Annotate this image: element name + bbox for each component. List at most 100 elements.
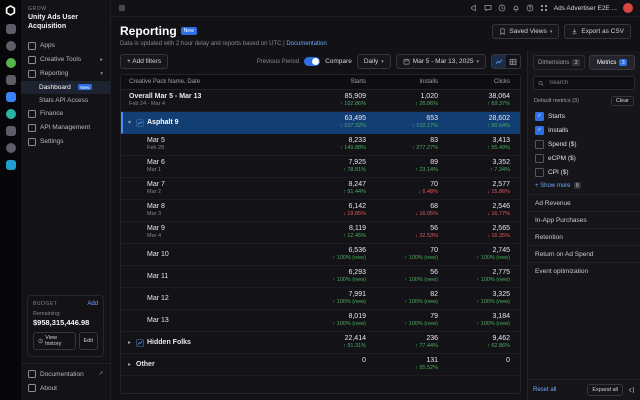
chart-line-icon[interactable]	[136, 118, 144, 127]
expand-all-button[interactable]: Expand all	[587, 384, 623, 396]
collapse-panel-icon[interactable]	[627, 386, 635, 394]
metric-option[interactable]: CPI ($)	[528, 165, 640, 179]
chart-view-button[interactable]	[492, 55, 506, 68]
view-history-button[interactable]: View history	[33, 332, 76, 350]
sidebar-item-creative-tools[interactable]: Creative Tools ▸	[21, 53, 110, 67]
cell-value: 6,142	[348, 203, 366, 211]
org-switcher[interactable]: Ads Advertiser E2E ...	[554, 5, 617, 12]
rail-product-icon-7[interactable]	[5, 126, 16, 136]
metric-cell: 6,142 ↓ 19.85%	[304, 202, 376, 218]
metric-option[interactable]: Spend ($)	[528, 137, 640, 151]
saved-views-dropdown[interactable]: Saved Views ▾	[492, 24, 560, 39]
rail-product-icon-1[interactable]	[5, 24, 16, 34]
table-row[interactable]: Mar 9 Mar 4 8,119 ↑ 12.45% 56 ↓ 32.53% 2…	[121, 222, 520, 244]
cell-change: ↑ 100% (new)	[404, 277, 438, 284]
show-more-button[interactable]: + Show more 8	[528, 179, 640, 194]
add-filters-button[interactable]: + Add filters	[120, 54, 169, 69]
panel-section-ad-revenue[interactable]: Ad Revenue	[528, 194, 640, 211]
metric-checkbox[interactable]	[535, 125, 544, 135]
chat-icon[interactable]	[484, 4, 492, 12]
column-installs[interactable]: Installs	[376, 79, 448, 85]
table-row[interactable]: Mar 7 Mar 2 8,247 ↑ 91.44% 70 ↓ 6.48% 2,…	[121, 178, 520, 200]
table-row[interactable]: Mar 10 6,536 ↑ 100% (new) 70 ↑ 100% (new…	[121, 244, 520, 266]
rail-product-icon-5[interactable]	[5, 92, 16, 102]
rail-product-icon-6[interactable]	[5, 109, 16, 119]
table-row[interactable]: Mar 13 8,019 ↑ 100% (new) 79 ↑ 100% (new…	[121, 310, 520, 332]
row-chevron-icon[interactable]: ▸	[126, 361, 133, 368]
sidebar-item-reporting[interactable]: Reporting ▾	[21, 67, 110, 81]
panel-section-in-app-purchases[interactable]: In-App Purchases	[528, 211, 640, 228]
collapse-sidebar-icon[interactable]	[118, 4, 126, 12]
rail-product-icon-4[interactable]	[5, 75, 16, 85]
metric-checkbox[interactable]	[535, 153, 544, 163]
tab-dimensions[interactable]: Dimensions 2	[533, 55, 586, 70]
row-name-cell: ▸ Hidden Folks	[121, 338, 304, 347]
cell-value: 89	[430, 159, 438, 167]
column-starts[interactable]: Starts	[304, 79, 376, 85]
panel-section-return-on-ad-spend[interactable]: Return on Ad Spend	[528, 245, 640, 262]
row-cells: 6,536 ↑ 100% (new) 70 ↑ 100% (new) 2,745…	[304, 246, 520, 262]
tab-metrics[interactable]: Metrics 3	[589, 55, 635, 70]
announcement-icon[interactable]	[470, 4, 478, 12]
documentation-link[interactable]: Documentation	[286, 41, 326, 47]
table-row[interactable]: Mar 8 Mar 3 6,142 ↓ 19.85% 68 ↓ 16.05% 2…	[121, 200, 520, 222]
table-row[interactable]: Mar 5 Feb 28 8,233 ↑ 149.88% 83 ↑ 277.27…	[121, 134, 520, 156]
sidebar-item-apps[interactable]: Apps	[21, 39, 110, 53]
panel-section-retention[interactable]: Retention	[528, 228, 640, 245]
notifications-bell-icon[interactable]	[512, 4, 520, 12]
metric-cell: 79 ↑ 100% (new)	[376, 312, 448, 328]
sidebar-item-settings[interactable]: Settings	[21, 135, 110, 149]
sidebar-item-dashboard[interactable]: Dashboard New	[21, 80, 110, 94]
row-subdate: Mar 2	[147, 189, 162, 196]
sidebar-item-api-management[interactable]: API Management	[21, 121, 110, 135]
metric-checkbox[interactable]	[535, 139, 544, 149]
metric-option[interactable]: Installs	[528, 123, 640, 137]
export-csv-button[interactable]: Export as CSV	[564, 24, 631, 39]
cell-value: 2,546	[492, 203, 510, 211]
metric-option[interactable]: eCPM ($)	[528, 151, 640, 165]
sidebar-item-stats-api-access[interactable]: Stats API Access	[21, 94, 110, 107]
user-avatar[interactable]	[623, 3, 633, 13]
chart-line-icon[interactable]	[136, 338, 144, 347]
row-name-cell: ▾ Asphalt 9	[123, 118, 304, 127]
table-row[interactable]: Mar 6 Mar 1 7,925 ↑ 78.81% 89 ↑ 23.14% 3…	[121, 156, 520, 178]
edit-budget-button[interactable]: Edit	[78, 332, 98, 350]
compare-toggle[interactable]	[304, 57, 321, 66]
about-label: About	[40, 384, 57, 392]
metric-cell: 0	[304, 356, 376, 372]
apps-grid-icon[interactable]	[540, 4, 548, 12]
table-row[interactable]: ▸ Hidden Folks 22,414 ↑ 91.31% 236 ↑ 77.…	[121, 332, 520, 354]
rail-product-icon-9[interactable]	[5, 160, 16, 170]
table-row[interactable]: Overall Mar 5 - Mar 13 Feb 24 - Mar 4 85…	[121, 90, 520, 112]
row-chevron-icon[interactable]: ▸	[126, 339, 133, 346]
table-row[interactable]: Mar 11 6,293 ↑ 100% (new) 56 ↑ 100% (new…	[121, 266, 520, 288]
table-view-button[interactable]	[506, 55, 520, 68]
reset-all-button[interactable]: Reset all	[533, 387, 556, 393]
search-input[interactable]	[547, 79, 630, 87]
sidebar-item-about[interactable]: About	[21, 381, 110, 395]
clear-button[interactable]: Clear	[610, 96, 634, 106]
page-subtitle: Data is updated with 2 hour delay and re…	[120, 41, 282, 47]
table-row[interactable]: ▸ Other 0 131 ↑ 95.52% 0	[121, 354, 520, 376]
unity-logo-icon[interactable]	[4, 4, 17, 17]
rail-product-icon-2[interactable]	[5, 41, 16, 51]
rail-product-icon-3[interactable]	[5, 58, 16, 68]
table-row[interactable]: Mar 12 7,991 ↑ 100% (new) 82 ↑ 100% (new…	[121, 288, 520, 310]
budget-add-link[interactable]: Add	[87, 301, 98, 307]
panel-section-event-optimization[interactable]: Event optimization	[528, 262, 640, 279]
metric-checkbox[interactable]	[535, 111, 544, 121]
column-creative-pack[interactable]: Creative Pack Name, Date	[121, 79, 304, 85]
cell-value: 7,925	[348, 159, 366, 167]
date-range-picker[interactable]: Mar 5 - Mar 13, 2025 ▾	[395, 54, 486, 69]
metric-option[interactable]: Starts	[528, 109, 640, 123]
table-row[interactable]: ▾ Asphalt 9 63,495 ↑ 107.32% 653 ↑ 102.1…	[121, 112, 520, 134]
history-clock-icon[interactable]	[498, 4, 506, 12]
granularity-dropdown[interactable]: Daily ▾	[356, 54, 391, 69]
metric-checkbox[interactable]	[535, 167, 544, 177]
rail-product-icon-8[interactable]	[5, 143, 16, 153]
column-clicks[interactable]: Clicks	[448, 79, 520, 85]
row-chevron-icon[interactable]: ▾	[126, 119, 133, 126]
sidebar-item-documentation[interactable]: Documentation ↗	[21, 367, 110, 381]
sidebar-item-finance[interactable]: Finance	[21, 107, 110, 121]
help-icon[interactable]	[526, 4, 534, 12]
